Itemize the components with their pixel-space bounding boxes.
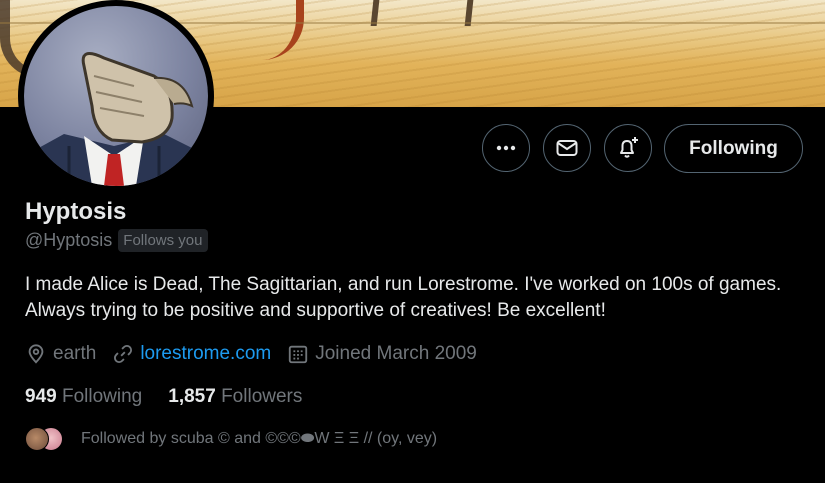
handle: @Hyptosis bbox=[25, 230, 113, 250]
avatar-illustration bbox=[24, 52, 208, 186]
following-stat[interactable]: 949 Following bbox=[25, 386, 142, 408]
following-button[interactable]: Following bbox=[664, 124, 803, 173]
bio: I made Alice is Dead, The Sagittarian, a… bbox=[25, 274, 782, 321]
more-horizontal-icon bbox=[496, 145, 516, 151]
more-button[interactable] bbox=[482, 124, 530, 172]
following-label: Following bbox=[61, 386, 143, 407]
follower-avatar bbox=[25, 427, 49, 451]
location-text: earth bbox=[53, 343, 97, 364]
website-item[interactable]: lorestrome.com bbox=[112, 343, 271, 365]
bell-plus-icon bbox=[620, 137, 638, 158]
banner-claw bbox=[262, 0, 304, 60]
envelope-icon bbox=[556, 140, 578, 156]
followers-label: Followers bbox=[221, 386, 303, 407]
location-pin-icon bbox=[28, 344, 44, 364]
message-button[interactable] bbox=[543, 124, 591, 172]
follows-you-badge: Follows you bbox=[118, 229, 208, 252]
link-icon bbox=[114, 344, 133, 364]
follow-stats: 949 Following 1,857 Followers bbox=[25, 386, 328, 408]
display-name: Hyptosis bbox=[25, 198, 127, 225]
avatar-image bbox=[24, 6, 208, 186]
avatar[interactable] bbox=[18, 0, 214, 192]
notifications-button[interactable] bbox=[604, 124, 652, 172]
joined-item: Joined March 2009 bbox=[287, 343, 477, 365]
joined-text: Joined March 2009 bbox=[315, 343, 477, 364]
location-item: earth bbox=[25, 343, 96, 365]
followed-by-text: Followed by scuba © and ©©©⬬W Ξ Ξ // (oy… bbox=[81, 430, 438, 447]
profile-meta: earth lorestrome.com Joined March 2009 bbox=[25, 343, 493, 365]
calendar-icon bbox=[289, 345, 308, 364]
handle-row: @Hyptosis Follows you bbox=[25, 229, 208, 252]
followed-by-row[interactable]: Followed by scuba © and ©©©⬬W Ξ Ξ // (oy… bbox=[25, 427, 437, 451]
followers-count: 1,857 bbox=[168, 386, 216, 407]
following-count: 949 bbox=[25, 386, 57, 407]
website-link[interactable]: lorestrome.com bbox=[140, 343, 271, 365]
followers-stat[interactable]: 1,857 Followers bbox=[168, 386, 302, 408]
